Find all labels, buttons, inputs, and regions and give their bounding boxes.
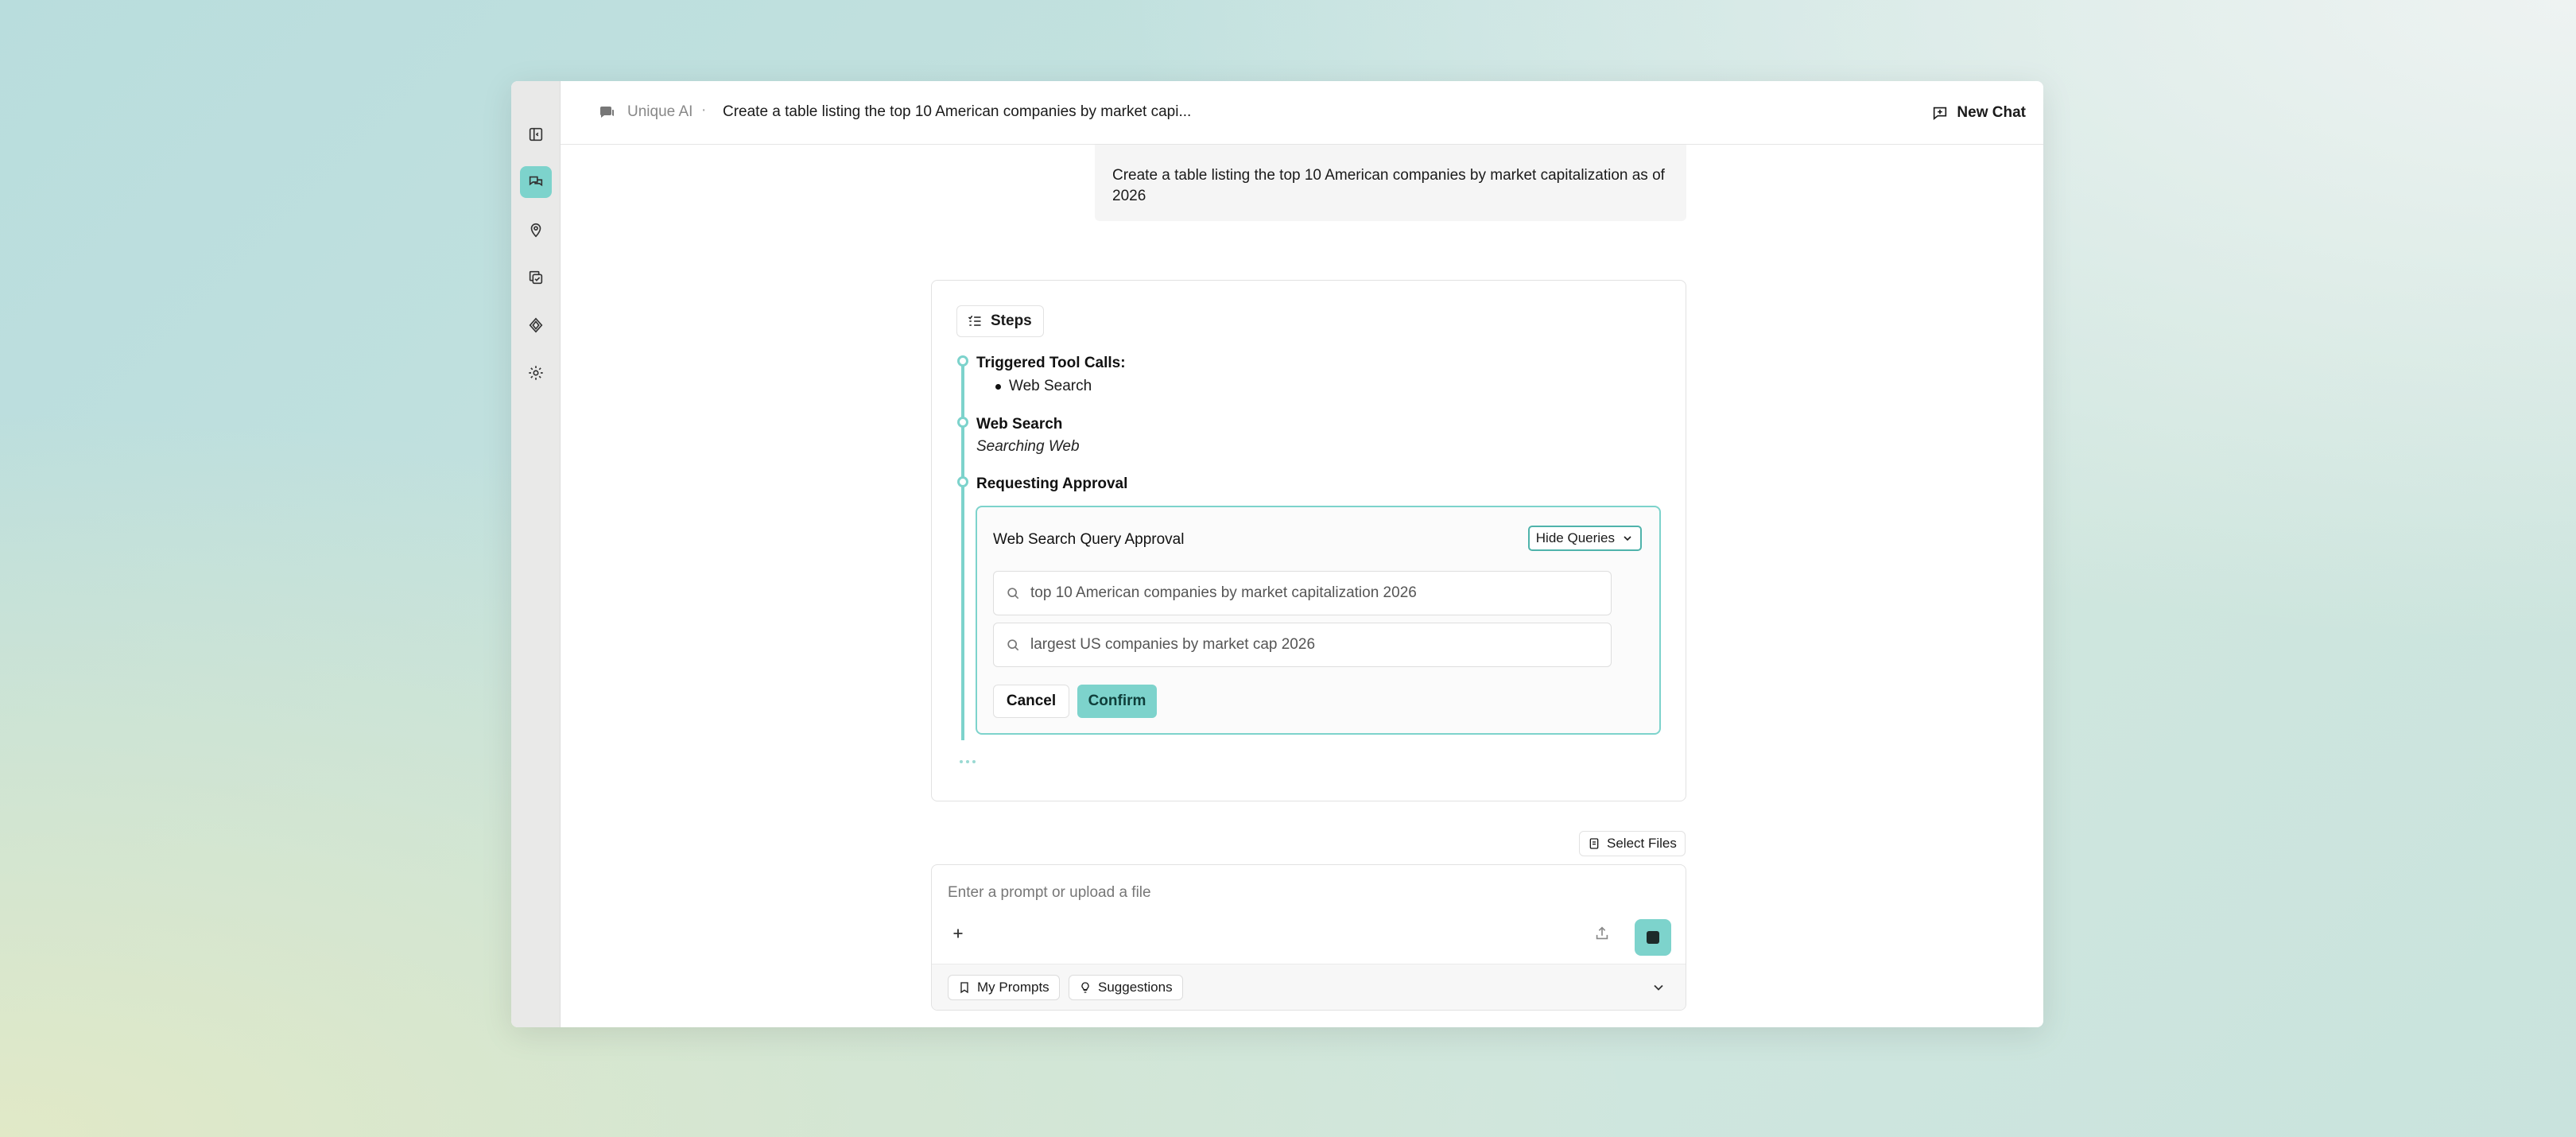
composer-footer: My Prompts Suggestions <box>932 964 1686 1010</box>
step-title: Web Search <box>976 416 1063 433</box>
app-window: Unique AI · Create a table listing the t… <box>511 81 2043 1027</box>
upload-button[interactable] <box>1590 922 1614 946</box>
upload-icon <box>1596 926 1608 939</box>
breadcrumb-separator: · <box>701 102 707 118</box>
search-icon <box>1007 588 1019 600</box>
my-prompts-label: My Prompts <box>977 980 1049 995</box>
stop-icon <box>1647 931 1659 944</box>
new-chat-icon <box>1934 107 1947 121</box>
step-bullet: Web Search <box>995 378 1092 395</box>
prompt-composer: My Prompts Suggestions <box>931 864 1686 1011</box>
search-icon <box>1007 639 1019 651</box>
hide-queries-label: Hide Queries <box>1535 530 1615 545</box>
loading-indicator <box>960 760 976 763</box>
lightbulb-icon <box>1081 982 1089 993</box>
step-subtitle: Searching Web <box>976 438 1080 455</box>
steps-button[interactable]: Steps <box>956 305 1044 337</box>
query-input[interactable] <box>1030 584 1603 602</box>
diamond-icon <box>529 317 543 333</box>
panel-left-icon <box>529 127 543 142</box>
my-prompts-button[interactable]: My Prompts <box>948 975 1060 1000</box>
steps-card: Steps Triggered Tool Calls: Web Search W… <box>931 280 1686 801</box>
gear-icon <box>529 366 543 380</box>
steps-button-label: Steps <box>991 312 1032 329</box>
list-steps-icon <box>968 315 981 326</box>
query-input[interactable] <box>1030 636 1603 654</box>
app-logo-icon <box>599 107 614 118</box>
new-chat-label: New Chat <box>1957 104 2026 121</box>
timeline-dot <box>957 476 968 487</box>
chevron-down-icon <box>1654 984 1663 991</box>
timeline-dot <box>957 355 968 367</box>
sidebar-item-chats[interactable] <box>520 166 552 198</box>
plus-icon <box>953 929 963 937</box>
suggestions-label: Suggestions <box>1098 980 1173 995</box>
new-chat-button[interactable]: New Chat <box>1931 100 2026 126</box>
cancel-button[interactable]: Cancel <box>993 685 1069 718</box>
sidebar-toggle-button[interactable] <box>520 118 552 150</box>
chevron-down-icon <box>1624 536 1631 541</box>
hide-queries-button[interactable]: Hide Queries <box>1527 526 1642 551</box>
approval-title: Web Search Query Approval <box>993 531 1185 548</box>
chat-title: Create a table listing the top 10 Americ… <box>723 103 1192 120</box>
sidebar-rail <box>511 81 561 1027</box>
timeline-dot <box>957 417 968 428</box>
sidebar-item-settings[interactable] <box>520 357 552 389</box>
prompt-input[interactable] <box>948 879 1663 906</box>
copy-icon <box>529 270 543 285</box>
query-field[interactable] <box>993 571 1612 615</box>
sidebar-item-explore[interactable] <box>520 214 552 246</box>
query-field[interactable] <box>993 623 1612 667</box>
sidebar-item-spaces[interactable] <box>520 309 552 341</box>
step-title: Triggered Tool Calls: <box>976 355 1126 371</box>
web-search-approval-panel: Web Search Query Approval Hide Queries C… <box>976 506 1661 735</box>
location-icon <box>530 223 541 238</box>
suggestions-button[interactable]: Suggestions <box>1069 975 1183 1000</box>
confirm-button[interactable]: Confirm <box>1077 685 1157 718</box>
step-title: Requesting Approval <box>976 475 1128 492</box>
file-icon <box>1589 838 1599 849</box>
user-message: Create a table listing the top 10 Americ… <box>1095 145 1686 221</box>
select-files-label: Select Files <box>1607 836 1677 851</box>
sidebar-item-documents[interactable] <box>520 262 552 293</box>
stop-generation-button[interactable] <box>1635 919 1671 956</box>
breadcrumb-app-name[interactable]: Unique AI <box>627 103 692 121</box>
header-bar: Unique AI · Create a table listing the t… <box>561 81 2043 145</box>
chat-bubbles-icon <box>529 176 543 187</box>
expand-toggle-button[interactable] <box>1647 977 1670 999</box>
select-files-button[interactable]: Select Files <box>1579 831 1686 856</box>
add-attachment-button[interactable] <box>946 922 970 946</box>
bookmark-icon <box>960 982 968 994</box>
